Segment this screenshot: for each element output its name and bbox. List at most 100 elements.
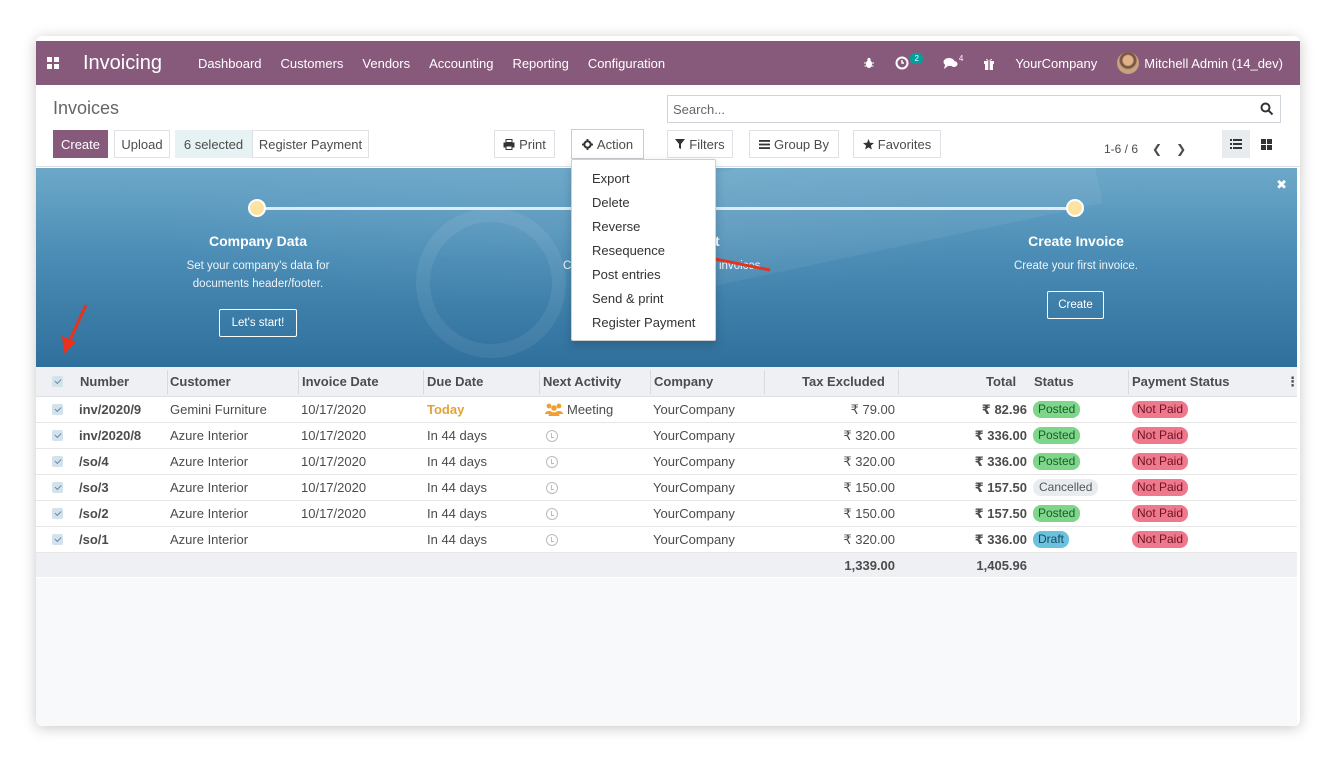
user-menu[interactable]: Mitchell Admin (14_dev) — [1117, 52, 1283, 74]
search-input[interactable]: Search... — [667, 95, 1281, 123]
favorites-button[interactable]: Favorites — [853, 130, 941, 158]
col-invoice-date[interactable]: Invoice Date — [302, 374, 379, 389]
star-icon — [862, 138, 874, 150]
col-total[interactable]: Total — [986, 374, 1016, 389]
column-divider — [764, 370, 765, 394]
search-icon[interactable] — [1260, 102, 1274, 116]
row-checkbox[interactable] — [52, 456, 63, 467]
status-badge: Posted — [1033, 401, 1081, 418]
cell-number: inv/2020/9 — [79, 402, 142, 417]
menu-accounting[interactable]: Accounting — [429, 56, 493, 71]
col-number[interactable]: Number — [80, 374, 129, 389]
table-footer-totals: 1,339.00 1,405.96 — [36, 553, 1297, 577]
menu-vendors[interactable]: Vendors — [362, 56, 410, 71]
step-dot-create-invoice — [1066, 199, 1084, 217]
col-tax-excluded[interactable]: Tax Excluded — [802, 374, 885, 389]
table-row[interactable]: inv/2020/9 Gemini Furniture 10/17/2020 T… — [36, 397, 1297, 423]
col-due-date[interactable]: Due Date — [427, 374, 483, 389]
close-icon[interactable]: ✖ — [1276, 177, 1287, 193]
cell-number: /so/4 — [79, 454, 109, 469]
main-menu: Dashboard Customers Vendors Accounting R… — [198, 56, 684, 71]
table-row[interactable]: /so/1 Azure Interior In 44 days YourComp… — [36, 527, 1297, 553]
print-button[interactable]: Print — [494, 130, 555, 158]
menu-configuration[interactable]: Configuration — [588, 56, 665, 71]
kanban-view-icon[interactable] — [1252, 130, 1280, 158]
app-title[interactable]: Invoicing — [83, 52, 162, 75]
table-header: Number Customer Invoice Date Due Date Ne… — [36, 367, 1299, 397]
gift-icon[interactable] — [983, 57, 995, 70]
action-resequence[interactable]: Resequence — [572, 239, 715, 263]
cell-company: YourCompany — [653, 454, 735, 469]
menu-dashboard[interactable]: Dashboard — [198, 56, 262, 71]
optional-columns-icon[interactable]: ⋮ — [1286, 374, 1299, 390]
messages-chat-icon[interactable]: 4 — [943, 54, 963, 70]
table-row[interactable]: /so/4 Azure Interior 10/17/2020 In 44 da… — [36, 449, 1297, 475]
activity-clock-icon[interactable]: 2 — [895, 52, 923, 70]
action-register-payment[interactable]: Register Payment — [572, 311, 715, 335]
row-checkbox[interactable] — [52, 430, 63, 441]
action-send-print[interactable]: Send & print — [572, 287, 715, 311]
create-invoice-button[interactable]: Create — [1047, 291, 1104, 319]
menu-reporting[interactable]: Reporting — [512, 56, 568, 71]
pager-value[interactable]: 1-6 / 6 — [1104, 142, 1138, 156]
table-row[interactable]: inv/2020/8 Azure Interior 10/17/2020 In … — [36, 423, 1297, 449]
menu-customers[interactable]: Customers — [281, 56, 344, 71]
pager: 1-6 / 6 ❮ ❯ — [1104, 142, 1186, 156]
action-post-entries[interactable]: Post entries — [572, 263, 715, 287]
column-divider — [298, 370, 299, 394]
action-label: Action — [596, 136, 634, 152]
banner-decoration — [416, 208, 566, 358]
activity-clock-icon[interactable] — [546, 534, 558, 546]
favorites-label: Favorites — [877, 136, 932, 152]
pager-prev-icon[interactable]: ❮ — [1152, 142, 1162, 156]
create-button[interactable]: Create — [53, 130, 108, 158]
row-checkbox[interactable] — [52, 534, 63, 545]
col-customer[interactable]: Customer — [170, 374, 231, 389]
filters-button[interactable]: Filters — [667, 130, 733, 158]
activity-clock-icon[interactable] — [546, 508, 558, 520]
group-by-button[interactable]: Group By — [749, 130, 839, 158]
row-checkbox[interactable] — [52, 404, 63, 415]
table-row[interactable]: /so/2 Azure Interior 10/17/2020 In 44 da… — [36, 501, 1297, 527]
column-divider — [898, 370, 899, 394]
navbar-systray: 2 4 YourCompany Mitchell Admin (14_dev) — [863, 41, 1300, 85]
status-badge: Posted — [1033, 427, 1081, 444]
cell-tax-excluded: ₹ 320.00 — [843, 531, 895, 547]
activity-clock-icon[interactable] — [546, 456, 558, 468]
action-delete[interactable]: Delete — [572, 191, 715, 215]
apps-menu-icon[interactable] — [47, 57, 59, 69]
activity-clock-icon[interactable] — [546, 482, 558, 494]
action-button[interactable]: Action — [571, 129, 644, 159]
row-checkbox[interactable] — [52, 482, 63, 493]
list-view-icon[interactable] — [1222, 130, 1250, 158]
register-payment-button[interactable]: Register Payment — [252, 130, 369, 158]
payment-status-badge: Not Paid — [1132, 479, 1189, 496]
breadcrumb[interactable]: Invoices — [53, 98, 119, 119]
col-payment-status[interactable]: Payment Status — [1132, 374, 1230, 389]
col-company[interactable]: Company — [654, 374, 713, 389]
lets-start-button[interactable]: Let's start! — [219, 309, 297, 337]
cell-total: ₹ 336.00 — [974, 427, 1027, 443]
cell-total: ₹ 336.00 — [974, 453, 1027, 469]
row-checkbox[interactable] — [52, 508, 63, 519]
cell-total: ₹ 157.50 — [974, 479, 1027, 495]
col-status[interactable]: Status — [1034, 374, 1074, 389]
bars-icon — [759, 139, 771, 149]
cell-number: /so/1 — [79, 532, 109, 547]
cell-company: YourCompany — [653, 506, 735, 521]
cell-activity[interactable]: Meeting — [544, 402, 613, 417]
pager-next-icon[interactable]: ❯ — [1176, 142, 1186, 156]
col-next-activity[interactable]: Next Activity — [543, 374, 621, 389]
company-switcher[interactable]: YourCompany — [1015, 56, 1097, 71]
cell-customer: Azure Interior — [170, 506, 249, 521]
table-row[interactable]: /so/3 Azure Interior 10/17/2020 In 44 da… — [36, 475, 1297, 501]
action-export[interactable]: Export — [572, 167, 715, 191]
upload-button[interactable]: Upload — [114, 130, 170, 158]
cell-invoice-date: 10/17/2020 — [301, 480, 367, 495]
action-reverse[interactable]: Reverse — [572, 215, 715, 239]
status-badge: Draft — [1033, 531, 1070, 548]
payment-status-badge: Not Paid — [1132, 427, 1189, 444]
select-all-checkbox[interactable] — [52, 376, 63, 387]
debug-bug-icon[interactable] — [863, 57, 875, 69]
activity-clock-icon[interactable] — [546, 430, 558, 442]
